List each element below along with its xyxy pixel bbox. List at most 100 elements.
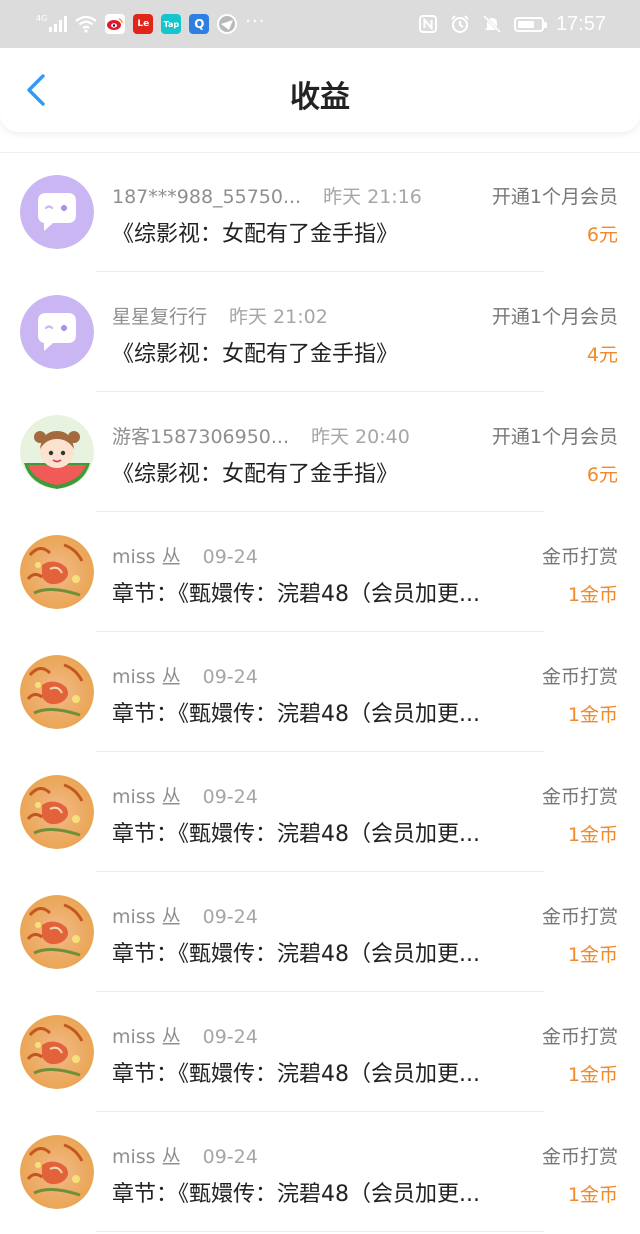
browser-icon [217,14,238,34]
row-divider [96,1231,544,1232]
battery-level [517,20,535,28]
earning-amount: 1金币 [567,704,618,726]
painting-avatar [20,895,94,969]
taptap-icon: Tap [161,14,182,34]
painting-avatar [20,775,94,849]
more-notifications: ··· [245,10,266,32]
earning-amount: 1金币 [567,1184,618,1206]
earning-row-6[interactable]: miss 丛 09-24 章节：《甄嬛传：浣碧48（会员加更... 金币打赏 1金… [0,752,640,872]
earning-row-9[interactable]: miss 丛 09-24 章节：《甄嬛传：浣碧48（会员加更... 金币打赏 1金… [0,1112,640,1232]
row-content: 《综影视：女配有了金手指》 [112,342,399,367]
username: 游客1587306950... [112,426,290,448]
earning-row-4[interactable]: miss 丛 09-24 章节：《甄嬛传：浣碧48（会员加更... 金币打赏 1金… [0,512,640,632]
earning-amount: 4元 [586,344,618,366]
page-title: 收益 [290,80,350,115]
username: miss 丛 [112,546,181,568]
timestamp: 09-24 [202,906,258,928]
row-content: 章节：《甄嬛传：浣碧48（会员加更... [112,822,480,847]
earning-type: 开通1个月会员 [491,306,618,328]
username: miss 丛 [112,786,181,808]
avatar[interactable] [20,655,94,729]
timestamp: 09-24 [202,546,258,568]
earning-amount: 1金币 [567,944,618,966]
clock: 17:57 [555,12,606,35]
row-content: 《综影视：女配有了金手指》 [112,462,399,487]
earning-type: 金币打赏 [541,1146,618,1168]
earning-amount: 6元 [586,224,618,246]
username: miss 丛 [112,906,181,928]
row-content: 章节：《甄嬛传：浣碧48（会员加更... [112,582,480,607]
earning-amount: 1金币 [567,824,618,846]
row-meta: miss 丛 09-24 [112,542,258,569]
alarm-icon [451,15,469,33]
earning-row-7[interactable]: miss 丛 09-24 章节：《甄嬛传：浣碧48（会员加更... 金币打赏 1金… [0,872,640,992]
earning-type: 金币打赏 [541,786,618,808]
earning-amount: 6元 [586,464,618,486]
earnings-list: 187***988_55750... 昨天 21:16 《综影视：女配有了金手指》… [0,152,640,1232]
timestamp: 09-24 [202,1146,258,1168]
row-content: 章节：《甄嬛传：浣碧48（会员加更... [112,1182,480,1207]
earning-type: 开通1个月会员 [491,426,618,448]
status-right: 17:57 [418,10,606,38]
row-meta: miss 丛 09-24 [112,782,258,809]
earning-type: 金币打赏 [541,906,618,928]
row-content: 章节：《甄嬛传：浣碧48（会员加更... [112,942,480,967]
earning-type: 金币打赏 [541,1026,618,1048]
avatar[interactable] [20,1015,94,1089]
earning-type: 金币打赏 [541,666,618,688]
row-meta: miss 丛 09-24 [112,1022,258,1049]
avatar[interactable] [20,895,94,969]
nfc-icon [418,15,437,33]
row-content: 《综影视：女配有了金手指》 [112,222,399,247]
earning-type: 开通1个月会员 [491,186,618,208]
earning-row-5[interactable]: miss 丛 09-24 章节：《甄嬛传：浣碧48（会员加更... 金币打赏 1金… [0,632,640,752]
earning-row-1[interactable]: 187***988_55750... 昨天 21:16 《综影视：女配有了金手指》… [0,152,640,272]
row-meta: miss 丛 09-24 [112,902,258,929]
mute-icon [482,14,501,34]
avatar[interactable] [20,295,94,369]
username: 星星复行行 [112,306,208,328]
avatar[interactable] [20,535,94,609]
network-type: 4G [36,13,48,23]
row-meta: miss 丛 09-24 [112,1142,258,1169]
letv-icon: Le [133,14,154,34]
avatar[interactable] [20,775,94,849]
signal-icon [49,16,68,32]
row-content: 章节：《甄嬛传：浣碧48（会员加更... [112,1062,480,1087]
row-meta: 187***988_55750... 昨天 21:16 [112,182,422,209]
earning-amount: 1金币 [567,584,618,606]
painting-avatar [20,1135,94,1209]
default-avatar-icon [20,295,94,369]
weibo-icon [105,14,126,34]
timestamp: 昨天 20:40 [311,426,410,448]
battery-icon [513,16,547,32]
painting-avatar [20,655,94,729]
avatar[interactable] [20,415,94,489]
earning-type: 金币打赏 [541,546,618,568]
status-left: 4G Le Tap Q ··· [36,10,265,38]
wifi-icon [75,15,97,33]
timestamp: 昨天 21:16 [323,186,422,208]
earning-row-3[interactable]: 游客1587306950... 昨天 20:40 《综影视：女配有了金手指》 开通… [0,392,640,512]
avatar[interactable] [20,175,94,249]
painting-avatar [20,1015,94,1089]
avatar[interactable] [20,1135,94,1209]
default-avatar-icon [20,175,94,249]
earning-row-2[interactable]: 星星复行行 昨天 21:02 《综影视：女配有了金手指》 开通1个月会员 4元 [0,272,640,392]
earning-row-8[interactable]: miss 丛 09-24 章节：《甄嬛传：浣碧48（会员加更... 金币打赏 1金… [0,992,640,1112]
username: miss 丛 [112,1146,181,1168]
username: miss 丛 [112,1026,181,1048]
timestamp: 09-24 [202,666,258,688]
row-content: 章节：《甄嬛传：浣碧48（会员加更... [112,702,480,727]
search-app-icon: Q [189,14,210,34]
painting-avatar [20,535,94,609]
cartoon-girl-avatar [20,415,94,489]
status-bar: 4G Le Tap Q ··· 17:57 [0,0,640,48]
row-meta: 游客1587306950... 昨天 20:40 [112,422,410,449]
row-meta: 星星复行行 昨天 21:02 [112,302,328,329]
app-header: 收益 [0,48,640,132]
username: miss 丛 [112,666,181,688]
username: 187***988_55750... [112,186,302,208]
timestamp: 09-24 [202,786,258,808]
row-meta: miss 丛 09-24 [112,662,258,689]
